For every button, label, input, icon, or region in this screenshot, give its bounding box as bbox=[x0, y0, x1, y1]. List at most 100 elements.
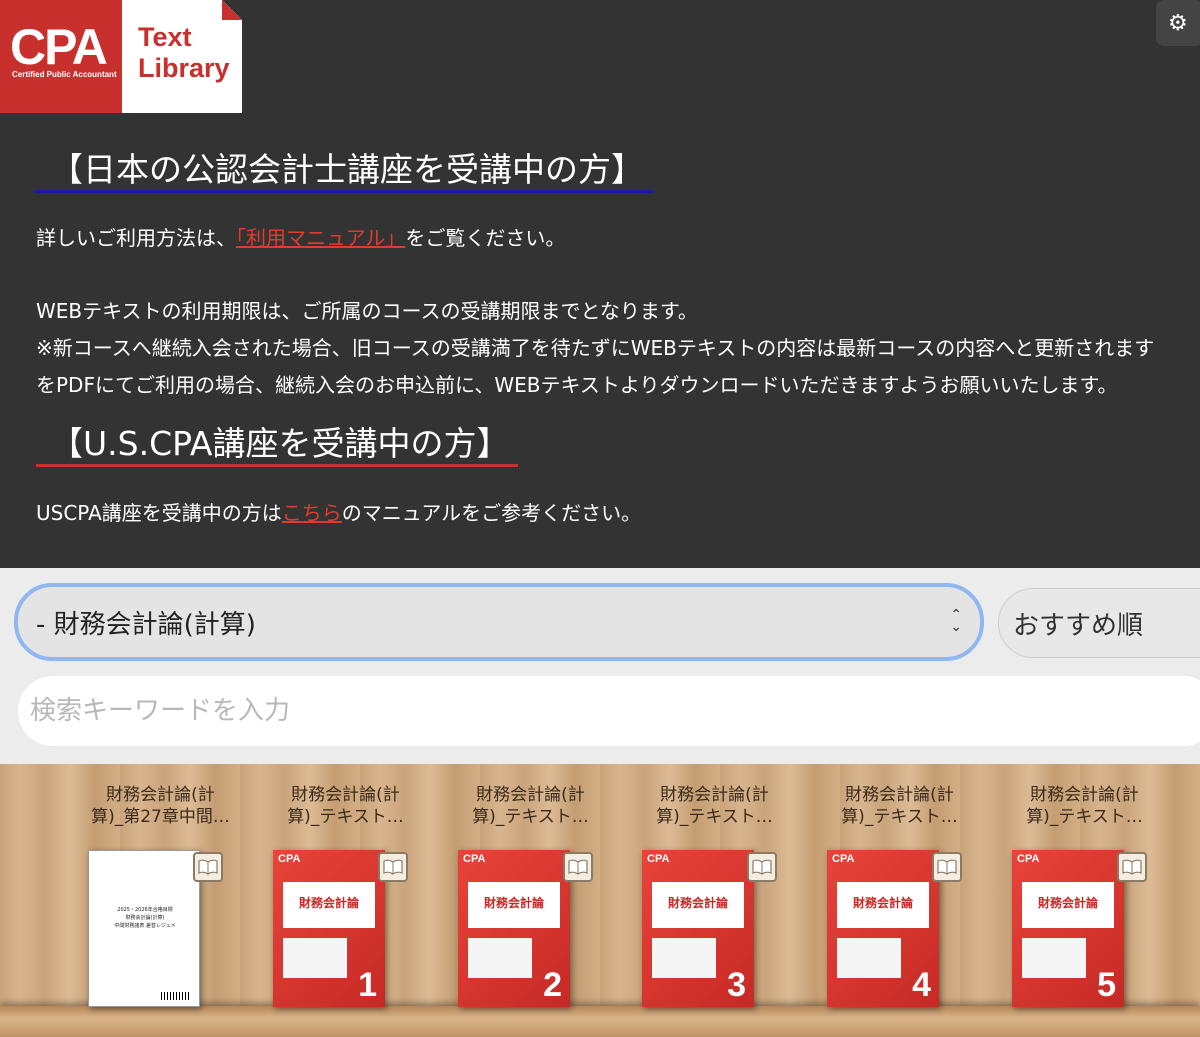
book-title[interactable]: 財務会計論(計 算)_第27章中間… bbox=[68, 784, 253, 828]
book-title-line-1: 財務会計論(計 bbox=[1030, 785, 1139, 805]
search-input[interactable] bbox=[18, 676, 1200, 746]
book-title-line-2: 算)_テキスト… bbox=[656, 807, 773, 827]
book-title-line-1: 財務会計論(計 bbox=[476, 785, 585, 805]
logo-page-corner bbox=[222, 0, 242, 20]
open-book-icon-svg bbox=[198, 859, 218, 875]
volume-number: 4 bbox=[912, 966, 931, 1004]
manual-link[interactable]: 「利用マニュアル」 bbox=[236, 226, 405, 250]
book-cover[interactable]: CPA 財務会計論 4 bbox=[827, 850, 939, 1007]
cover-logo: CPA bbox=[463, 853, 486, 865]
book-title-line-2: 算)_第27章中間… bbox=[91, 807, 230, 827]
book-item[interactable]: 財務会計論(計 算)_テキスト… CPA 財務会計論 3 bbox=[622, 784, 807, 1024]
cover-logo: CPA bbox=[647, 853, 670, 865]
cover-logo: CPA bbox=[278, 853, 301, 865]
cover-logo: CPA bbox=[832, 853, 855, 865]
cover-title-panel: 財務会計論 bbox=[652, 882, 744, 928]
us-suffix: のマニュアルをご参考ください。 bbox=[341, 501, 642, 525]
book-title-line-1: 財務会計論(計 bbox=[660, 785, 769, 805]
open-book-icon-svg bbox=[568, 859, 588, 875]
manual-prefix: 詳しいご利用方法は、 bbox=[36, 226, 236, 250]
open-book-icon[interactable] bbox=[563, 852, 593, 882]
book-title[interactable]: 財務会計論(計 算)_テキスト… bbox=[253, 784, 438, 828]
book-item[interactable]: 財務会計論(計 算)_テキスト… CPA 財務会計論 5 bbox=[992, 784, 1177, 1024]
cover-title-panel: 財務会計論 bbox=[1022, 882, 1114, 928]
logo-white-block: Text Library bbox=[122, 0, 242, 113]
cover-contents-panel bbox=[283, 938, 347, 978]
open-book-icon[interactable] bbox=[193, 852, 223, 882]
book-cover[interactable]: CPA 財務会計論 3 bbox=[642, 850, 754, 1007]
book-title-line-2: 算)_テキスト… bbox=[287, 807, 404, 827]
book-title-line-1: 財務会計論(計 bbox=[291, 785, 400, 805]
cover-title: 財務会計論 bbox=[852, 896, 913, 910]
book-title[interactable]: 財務会計論(計 算)_テキスト… bbox=[622, 784, 807, 828]
book-title-line-1: 財務会計論(計 bbox=[106, 785, 215, 805]
settings-button[interactable]: ⚙ bbox=[1156, 0, 1200, 46]
book-title-line-2: 算)_テキスト… bbox=[472, 807, 589, 827]
barcode-icon bbox=[161, 992, 191, 1000]
cover-title-panel: 財務会計論 bbox=[283, 882, 375, 928]
logo-brand: CPA bbox=[10, 19, 108, 75]
cover-logo: CPA bbox=[1017, 853, 1040, 865]
cover-doc-text: 2025・2026年合格目標 財務会計論(計算) 中間財務諸表 差替レジュメ bbox=[114, 907, 176, 929]
cover-contents-panel bbox=[837, 938, 901, 978]
bookshelf: 財務会計論(計 算)_第27章中間… 2025・2026年合格目標 財務会計論(計算)… bbox=[0, 764, 1200, 1037]
book-cover[interactable]: CPA 財務会計論 1 bbox=[273, 850, 385, 1007]
book-cover[interactable]: CPA 財務会計論 5 bbox=[1012, 850, 1124, 1007]
volume-number: 1 bbox=[358, 966, 377, 1004]
us-course-heading: 【U.S.CPA講座を受講中の方】 bbox=[36, 425, 518, 468]
us-prefix: USCPA講座を受講中の方は bbox=[36, 501, 282, 525]
open-book-icon-svg bbox=[383, 859, 403, 875]
filter-bar: - 財務会計論(計算) ⌃ ⌄ おすすめ順 bbox=[0, 568, 1200, 764]
us-manual-link[interactable]: こちら bbox=[282, 501, 342, 525]
book-title[interactable]: 財務会計論(計 算)_テキスト… bbox=[992, 784, 1177, 828]
cover-contents-panel bbox=[652, 938, 716, 978]
open-book-icon[interactable] bbox=[747, 852, 777, 882]
cover-title-panel: 財務会計論 bbox=[468, 882, 560, 928]
period-line-3: をPDFにてご利用の場合、継続入会のお申込前に、WEBテキストよりダウンロードい… bbox=[36, 373, 1118, 397]
logo-red-block: CPA Certified Public Accountant bbox=[0, 0, 122, 113]
cover-title: 財務会計論 bbox=[667, 896, 728, 910]
cover-title: 財務会計論 bbox=[483, 896, 544, 910]
book-cover[interactable]: 2025・2026年合格目標 財務会計論(計算) 中間財務諸表 差替レジュメ bbox=[88, 850, 200, 1007]
book-cover[interactable]: CPA 財務会計論 2 bbox=[458, 850, 570, 1007]
book-item[interactable]: 財務会計論(計 算)_テキスト… CPA 財務会計論 4 bbox=[807, 784, 992, 1024]
cover-title: 財務会計論 bbox=[1037, 896, 1098, 910]
open-book-icon-svg bbox=[937, 859, 957, 875]
open-book-icon[interactable] bbox=[1117, 852, 1147, 882]
book-title-line-1: 財務会計論(計 bbox=[845, 785, 954, 805]
volume-number: 5 bbox=[1097, 966, 1116, 1004]
cover-contents-panel bbox=[1022, 938, 1086, 978]
logo-text: Text Library bbox=[138, 22, 230, 84]
category-selected-value: - 財務会計論(計算) bbox=[36, 609, 256, 640]
book-title-line-2: 算)_テキスト… bbox=[1026, 807, 1143, 827]
book-item[interactable]: 財務会計論(計 算)_テキスト… CPA 財務会計論 2 bbox=[438, 784, 623, 1024]
volume-number: 3 bbox=[727, 966, 746, 1004]
cover-title-panel: 財務会計論 bbox=[837, 882, 929, 928]
open-book-icon[interactable] bbox=[378, 852, 408, 882]
book-item[interactable]: 財務会計論(計 算)_テキスト… CPA 財務会計論 1 bbox=[253, 784, 438, 1024]
volume-number: 2 bbox=[543, 966, 562, 1004]
select-arrows-icon: ⌃ ⌄ bbox=[950, 607, 962, 635]
book-item[interactable]: 財務会計論(計 算)_第27章中間… 2025・2026年合格目標 財務会計論(計算)… bbox=[68, 784, 253, 1024]
category-select[interactable]: - 財務会計論(計算) ⌃ ⌄ bbox=[14, 583, 984, 661]
manual-line: 詳しいご利用方法は、「利用マニュアル」をご覧ください。 bbox=[36, 222, 565, 251]
open-book-icon[interactable] bbox=[932, 852, 962, 882]
book-title[interactable]: 財務会計論(計 算)_テキスト… bbox=[438, 784, 623, 828]
book-title-line-2: 算)_テキスト… bbox=[841, 807, 958, 827]
cover-contents-panel bbox=[468, 938, 532, 978]
sort-select[interactable]: おすすめ順 bbox=[998, 588, 1200, 658]
logo-line-1: Text bbox=[138, 22, 192, 52]
logo-line-2: Library bbox=[138, 53, 230, 84]
jp-course-heading: 【日本の公認会計士講座を受講中の方】 bbox=[36, 151, 652, 194]
open-book-icon-svg bbox=[752, 859, 772, 875]
gear-icon: ⚙ bbox=[1168, 10, 1188, 36]
cover-title: 財務会計論 bbox=[298, 896, 359, 910]
sort-selected-value: おすすめ順 bbox=[1013, 610, 1144, 641]
period-line-2: ※新コースへ継続入会された場合、旧コースの受講満了を待たずにWEBテキストの内容… bbox=[36, 336, 1155, 360]
period-line-1: WEBテキストの利用期限は、ご所属のコースの受講期限までとなります。 bbox=[36, 299, 698, 323]
cpa-text-library-logo[interactable]: CPA Certified Public Accountant Text Lib… bbox=[0, 0, 242, 113]
manual-suffix: をご覧ください。 bbox=[405, 226, 566, 250]
open-book-icon-svg bbox=[1122, 859, 1142, 875]
us-manual-line: USCPA講座を受講中の方はこちらのマニュアルをご参考ください。 bbox=[36, 497, 641, 526]
book-title[interactable]: 財務会計論(計 算)_テキスト… bbox=[807, 784, 992, 828]
